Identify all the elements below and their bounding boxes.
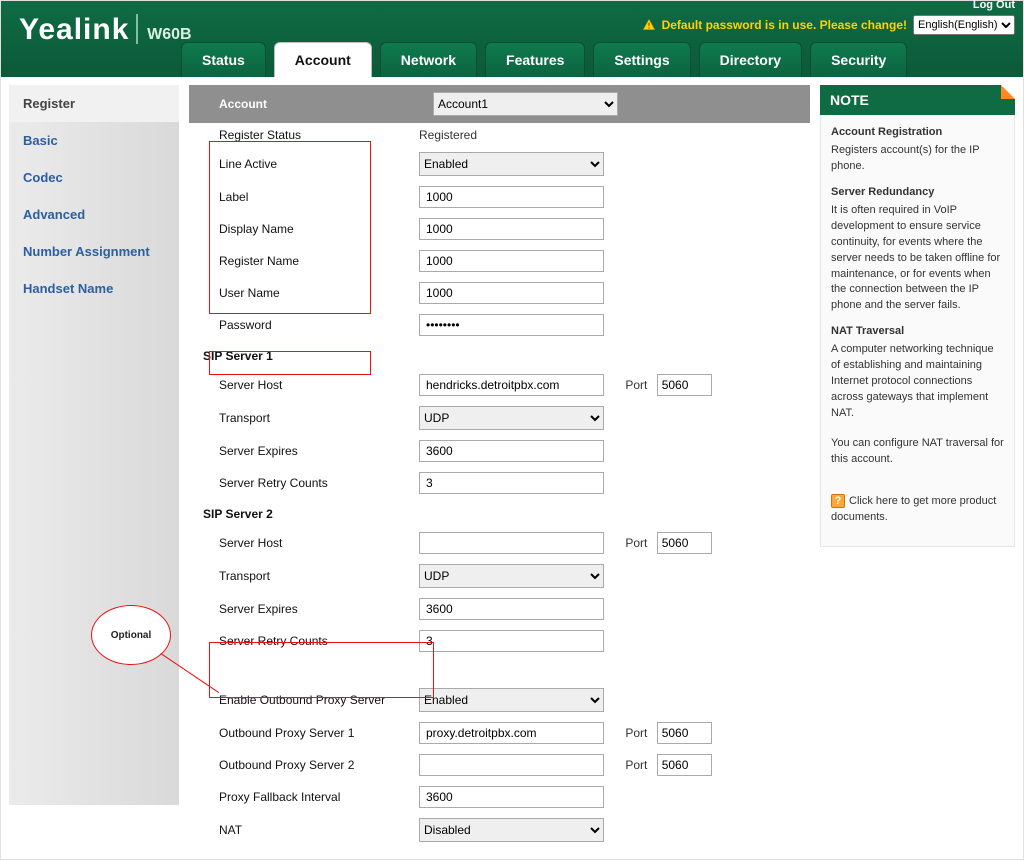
password-input[interactable]	[419, 314, 604, 336]
sip1-transport-label: Transport	[189, 401, 419, 435]
note-title-text: NOTE	[830, 92, 869, 108]
logo-separator	[136, 14, 138, 44]
sip1-retry-label: Server Retry Counts	[189, 467, 419, 499]
outbound-server2-port-input[interactable]	[657, 754, 712, 776]
proxy-fallback-input[interactable]	[419, 786, 604, 808]
tab-settings[interactable]: Settings	[593, 42, 690, 77]
outbound-server1-input[interactable]	[419, 722, 604, 744]
enable-outbound-label: Enable Outbound Proxy Server	[189, 683, 419, 717]
nat-select[interactable]: Disabled	[419, 818, 604, 842]
nav-advanced[interactable]: Advanced	[9, 196, 179, 233]
model-name: W60B	[147, 26, 191, 43]
note-h2: Server Redundancy	[831, 185, 1004, 201]
display-name-label: Display Name	[189, 213, 419, 245]
main-tabs: Status Account Network Features Settings…	[181, 42, 907, 77]
logout-link[interactable]: Log Out	[973, 0, 1015, 11]
account-select[interactable]: Account1	[433, 92, 618, 116]
account-section-label: Account	[189, 85, 419, 123]
nav-basic[interactable]: Basic	[9, 122, 179, 159]
register-name-input[interactable]	[419, 250, 604, 272]
warning-icon	[642, 18, 656, 32]
help-icon: ?	[831, 494, 845, 508]
tab-account[interactable]: Account	[274, 42, 372, 77]
sip-server-2-title: SIP Server 2	[189, 499, 810, 527]
outbound-server1-port-input[interactable]	[657, 722, 712, 744]
note-h3: NAT Traversal	[831, 324, 1004, 340]
sip1-server-host-input[interactable]	[419, 374, 604, 396]
note-p2: It is often required in VoIP development…	[831, 203, 1004, 315]
outbound-server1-port-label: Port	[625, 726, 647, 740]
outbound-server2-input[interactable]	[419, 754, 604, 776]
tab-network[interactable]: Network	[380, 42, 477, 77]
sip1-expires-input[interactable]	[419, 440, 604, 462]
tab-features[interactable]: Features	[485, 42, 585, 77]
password-warning: Default password is in use. Please chang…	[642, 15, 1015, 35]
note-fold-icon	[1001, 85, 1015, 99]
form-area: Optional Account Account1 Register Statu…	[179, 85, 810, 859]
sip2-retry-input[interactable]	[419, 630, 604, 652]
sip2-port-input[interactable]	[657, 532, 712, 554]
outbound-server2-label: Outbound Proxy Server 2	[189, 749, 419, 781]
sip2-server-host-input[interactable]	[419, 532, 604, 554]
sip-server-1-title: SIP Server 1	[189, 341, 810, 369]
sip2-expires-label: Server Expires	[189, 593, 419, 625]
outbound-server2-port-label: Port	[625, 758, 647, 772]
nat-label: NAT	[189, 813, 419, 847]
nav-handset-name[interactable]: Handset Name	[9, 270, 179, 307]
sip1-server-host-label: Server Host	[189, 369, 419, 401]
note-panel: NOTE Account Registration Registers acco…	[820, 85, 1015, 547]
language-select[interactable]: English(English)	[913, 15, 1015, 35]
sip1-expires-label: Server Expires	[189, 435, 419, 467]
sip2-port-label: Port	[625, 536, 647, 550]
nav-register[interactable]: Register	[9, 85, 179, 122]
label-label: Label	[189, 181, 419, 213]
outbound-server1-label: Outbound Proxy Server 1	[189, 717, 419, 749]
warning-text: Default password is in use. Please chang…	[662, 18, 907, 32]
register-status-value: Registered	[419, 123, 810, 147]
note-more-text: Click here to get more product documents…	[831, 495, 996, 523]
left-nav: Register Basic Codec Advanced Number Ass…	[9, 85, 179, 805]
note-body: Account Registration Registers account(s…	[820, 115, 1015, 547]
register-name-label: Register Name	[189, 245, 419, 277]
note-p3: A computer networking technique of estab…	[831, 342, 1004, 422]
logo: Yealink W60B	[19, 13, 192, 47]
note-p4: You can configure NAT traversal for this…	[831, 436, 1004, 468]
sip1-port-input[interactable]	[657, 374, 712, 396]
line-active-select[interactable]: Enabled	[419, 152, 604, 176]
sip2-retry-label: Server Retry Counts	[189, 625, 419, 657]
line-active-label: Line Active	[189, 147, 419, 181]
note-more-docs[interactable]: ?Click here to get more product document…	[831, 494, 1004, 526]
tab-security[interactable]: Security	[810, 42, 907, 77]
password-label: Password	[189, 309, 419, 341]
register-status-label: Register Status	[189, 123, 419, 147]
user-name-input[interactable]	[419, 282, 604, 304]
proxy-fallback-label: Proxy Fallback Interval	[189, 781, 419, 813]
enable-outbound-select[interactable]: Enabled	[419, 688, 604, 712]
note-title: NOTE	[820, 85, 1015, 115]
note-h1: Account Registration	[831, 125, 1004, 141]
sip2-transport-select[interactable]: UDP	[419, 564, 604, 588]
tab-status[interactable]: Status	[181, 42, 266, 77]
sip1-retry-input[interactable]	[419, 472, 604, 494]
header: Yealink W60B Log Out Default password is…	[1, 1, 1023, 77]
sip2-server-host-label: Server Host	[189, 527, 419, 559]
sip1-port-label: Port	[625, 378, 647, 392]
sip2-transport-label: Transport	[189, 559, 419, 593]
nav-codec[interactable]: Codec	[9, 159, 179, 196]
label-input[interactable]	[419, 186, 604, 208]
note-p1: Registers account(s) for the IP phone.	[831, 143, 1004, 175]
sip2-expires-input[interactable]	[419, 598, 604, 620]
brand-name: Yealink	[19, 13, 129, 47]
nav-number-assignment[interactable]: Number Assignment	[9, 233, 179, 270]
tab-directory[interactable]: Directory	[699, 42, 802, 77]
user-name-label: User Name	[189, 277, 419, 309]
display-name-input[interactable]	[419, 218, 604, 240]
sip1-transport-select[interactable]: UDP	[419, 406, 604, 430]
